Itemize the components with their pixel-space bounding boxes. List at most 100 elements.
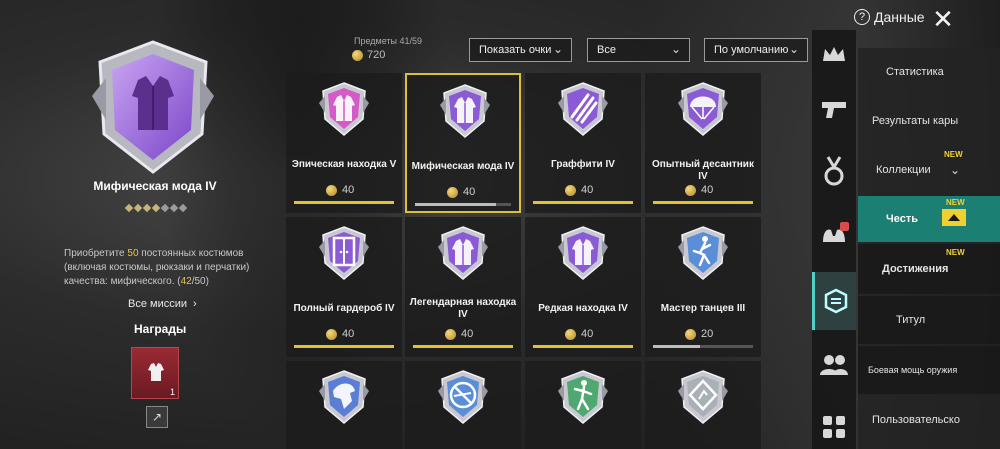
points-value: 40 bbox=[463, 186, 476, 198]
star-empty-icon bbox=[178, 203, 188, 213]
jacket-icon bbox=[558, 226, 608, 280]
achievement-card[interactable]: Опытный десантник IV 40 bbox=[645, 73, 761, 213]
all-missions-link[interactable]: Все миссии › bbox=[128, 298, 197, 310]
coin-icon bbox=[565, 184, 576, 196]
coin-icon bbox=[685, 184, 696, 196]
menu-item-label: Боевая мощь оружия bbox=[868, 365, 958, 375]
close-icon[interactable]: ✕ bbox=[930, 6, 956, 32]
achievement-points: 40 bbox=[326, 184, 354, 196]
menu-item-map-results[interactable]: Результаты кары bbox=[858, 97, 1000, 144]
badge-tab-icon[interactable] bbox=[812, 272, 856, 330]
reward-count: 1 bbox=[169, 387, 175, 397]
coin-icon bbox=[565, 328, 576, 340]
category-dropdown[interactable]: Все ⌄ bbox=[587, 38, 690, 62]
points-value: 40 bbox=[342, 184, 355, 196]
all-missions-label: Все миссии bbox=[128, 298, 188, 310]
achievement-points: 40 bbox=[565, 184, 593, 196]
sort-dropdown[interactable]: По умолчанию ⌄ bbox=[704, 38, 808, 62]
progress-bar bbox=[413, 345, 513, 348]
description-text: Приобретите bbox=[64, 248, 128, 259]
achievement-points: 40 bbox=[445, 328, 473, 340]
progress-bar bbox=[653, 345, 753, 348]
achievement-card[interactable]: Легендарная находка IV 40 bbox=[405, 217, 521, 357]
wardrobe-icon bbox=[319, 226, 369, 280]
new-badge: NEW bbox=[944, 150, 963, 159]
achievement-points: 40 bbox=[447, 186, 475, 198]
achievement-card[interactable] bbox=[286, 361, 402, 449]
progress-current: 42 bbox=[180, 276, 192, 287]
progress-bar bbox=[294, 345, 394, 348]
achievement-title: Мифическая мода IV bbox=[411, 161, 515, 172]
no-gun-icon bbox=[438, 370, 488, 424]
jacket-icon bbox=[148, 363, 164, 381]
achievement-card[interactable]: Эпическая находка V 40 bbox=[286, 73, 402, 213]
progress-bar bbox=[294, 201, 394, 204]
progress-bar-fill bbox=[533, 201, 633, 204]
chevron-down-icon: ⌄ bbox=[788, 42, 799, 56]
star-icon bbox=[142, 203, 152, 213]
achievement-card[interactable]: Мастер танцев III 20 bbox=[645, 217, 761, 357]
help-data-button[interactable]: ? Данные bbox=[854, 9, 925, 25]
points-value: 40 bbox=[461, 328, 474, 340]
points-value: 40 bbox=[342, 328, 355, 340]
dancer-icon bbox=[678, 226, 728, 280]
star-empty-icon bbox=[160, 203, 170, 213]
progress-bar bbox=[653, 201, 753, 204]
achievement-card[interactable]: Граффити IV 40 bbox=[525, 73, 641, 213]
menu-item-label: Титул bbox=[896, 314, 926, 326]
collapse-arrow-icon bbox=[942, 209, 966, 226]
achievement-card[interactable] bbox=[525, 361, 641, 449]
menu-item-collections[interactable]: Коллекции NEW ⌄ bbox=[858, 146, 1000, 193]
achievement-card[interactable]: Мифическая мода IV 40 bbox=[405, 73, 521, 213]
fighter-icon bbox=[558, 370, 608, 424]
muscle-icon[interactable] bbox=[812, 210, 856, 260]
new-badge: NEW bbox=[946, 248, 965, 257]
achievement-title: Граффити IV bbox=[551, 159, 615, 170]
achievement-title: Опытный десантник IV bbox=[652, 159, 754, 182]
progress-bar-fill bbox=[413, 345, 513, 348]
reward-item[interactable]: 1 bbox=[131, 347, 179, 399]
new-badge: NEW bbox=[946, 198, 965, 207]
coin-icon bbox=[352, 49, 363, 61]
points-value: 40 bbox=[581, 328, 594, 340]
menu-item-achievements[interactable]: Достижения NEW bbox=[858, 244, 1000, 294]
achievement-card[interactable]: Редкая находка IV 40 bbox=[525, 217, 641, 357]
dropdown-label: По умолчанию bbox=[714, 44, 789, 56]
achievement-title: Легендарная находка IV bbox=[409, 297, 517, 320]
menu-item-label: Достижения bbox=[882, 263, 949, 275]
crown-icon[interactable] bbox=[812, 30, 856, 80]
pistol-icon[interactable] bbox=[812, 84, 856, 134]
coins-value: 720 bbox=[367, 49, 386, 61]
achievement-points: 20 bbox=[685, 328, 713, 340]
achievement-card[interactable] bbox=[645, 361, 761, 449]
achievement-menu: Статистика Результаты кары Коллекции NEW… bbox=[858, 48, 1000, 449]
star-rating bbox=[124, 203, 188, 213]
achievement-card[interactable]: Полный гардероб IV 40 bbox=[286, 217, 402, 357]
sign-icon bbox=[678, 370, 728, 424]
menu-item-honor[interactable]: Честь NEW bbox=[858, 196, 1000, 242]
progress-bar-fill bbox=[533, 345, 633, 348]
coin-icon bbox=[685, 328, 696, 340]
dropdown-label: Все bbox=[597, 44, 616, 56]
medal-icon[interactable] bbox=[812, 146, 856, 196]
chevron-down-icon: ⌄ bbox=[670, 42, 681, 56]
achievement-points: 40 bbox=[685, 184, 713, 196]
menu-item-weapon-power[interactable]: Боевая мощь оружия bbox=[858, 346, 1000, 394]
points-value: 20 bbox=[701, 328, 714, 340]
progress-bar bbox=[533, 201, 633, 204]
description-target: 50 bbox=[127, 248, 139, 259]
grid-icon[interactable] bbox=[812, 402, 856, 449]
chevron-right-icon: › bbox=[193, 298, 197, 310]
friends-icon[interactable] bbox=[812, 340, 856, 390]
achievement-card[interactable] bbox=[405, 361, 521, 449]
show-points-dropdown[interactable]: Показать очки ⌄ bbox=[469, 38, 572, 62]
achievement-title: Редкая находка IV bbox=[538, 303, 628, 314]
menu-item-title[interactable]: Титул bbox=[858, 296, 1000, 344]
menu-item-stats[interactable]: Статистика bbox=[858, 48, 1000, 95]
progress-bar-fill bbox=[294, 345, 394, 348]
menu-item-custom[interactable]: Пользовательско bbox=[858, 396, 1000, 443]
menu-item-label: Пользовательско bbox=[872, 413, 960, 426]
progress-total: /50) bbox=[191, 276, 209, 287]
share-icon[interactable]: ↗ bbox=[146, 406, 168, 428]
category-tabs bbox=[812, 30, 856, 449]
